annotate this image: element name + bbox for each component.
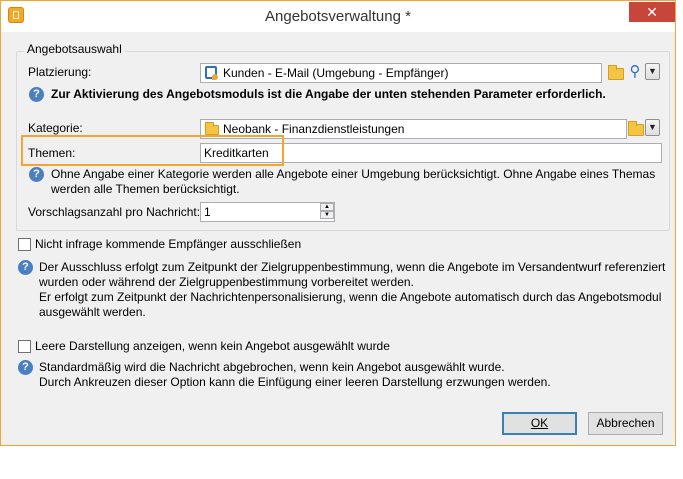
search-icon[interactable]: ⚲ bbox=[627, 63, 643, 81]
placement-label: Platzierung: bbox=[28, 65, 92, 79]
empty-note-line1: Standardmäßig wird die Nachricht abgebro… bbox=[39, 360, 505, 374]
cancel-button[interactable]: Abbrechen bbox=[588, 412, 663, 435]
activation-note: Zur Aktivierung des Angebotsmoduls ist d… bbox=[51, 87, 606, 101]
exclude-note-line4: ausgewählt werden. bbox=[39, 305, 146, 319]
info-icon: ? bbox=[29, 87, 44, 102]
themes-note-line2: werden alle Themen berücksichtigt. bbox=[51, 182, 240, 196]
placement-field[interactable]: Kunden - E-Mail (Umgebung - Empfänger) bbox=[200, 63, 602, 83]
offer-management-dialog: Angebotsverwaltung * ✕ Angebotsauswahl P… bbox=[0, 0, 676, 446]
show-empty-display-checkbox[interactable] bbox=[18, 340, 31, 353]
spin-up-button[interactable]: ▲ bbox=[320, 203, 334, 211]
placement-icon bbox=[205, 66, 218, 80]
category-folder-button-icon[interactable] bbox=[628, 121, 644, 136]
proposals-input[interactable]: 1 bbox=[200, 202, 335, 222]
cancel-button-label: Abbrechen bbox=[596, 416, 655, 430]
exclude-ineligible-checkbox[interactable] bbox=[18, 238, 31, 251]
themes-highlight bbox=[21, 135, 284, 166]
proposals-value: 1 bbox=[204, 205, 211, 219]
info-icon: ? bbox=[18, 260, 33, 275]
exclude-note-line3: Er erfolgt zum Zeitpunkt der Nachrichten… bbox=[39, 290, 662, 304]
category-label: Kategorie: bbox=[28, 121, 83, 135]
proposals-label: Vorschlagsanzahl pro Nachricht: bbox=[28, 205, 201, 219]
category-value: Neobank - Finanzdienstleistungen bbox=[223, 122, 405, 136]
ok-button[interactable]: OK bbox=[502, 412, 577, 435]
spin-down-button[interactable]: ▼ bbox=[320, 211, 334, 219]
ok-button-label: OK bbox=[530, 416, 549, 430]
placement-dropdown-button[interactable]: ▼ bbox=[645, 63, 660, 80]
offer-selection-legend: Angebotsauswahl bbox=[24, 42, 125, 56]
close-button[interactable]: ✕ bbox=[629, 2, 675, 22]
exclude-note-line2: wurden oder während der Zielgruppenbesti… bbox=[39, 275, 414, 289]
info-icon: ? bbox=[29, 167, 44, 182]
placement-folder-icon[interactable] bbox=[608, 65, 624, 80]
exclude-note-line1: Der Ausschluss erfolgt zum Zeitpunkt der… bbox=[39, 260, 666, 274]
title-bar: Angebotsverwaltung * ✕ bbox=[1, 1, 675, 32]
category-folder-icon bbox=[205, 122, 219, 135]
themes-note-line1: Ohne Angabe einer Kategorie werden alle … bbox=[51, 167, 656, 181]
show-empty-display-label[interactable]: Leere Darstellung anzeigen, wenn kein An… bbox=[35, 339, 390, 353]
info-icon: ? bbox=[18, 360, 33, 375]
placement-value: Kunden - E-Mail (Umgebung - Empfänger) bbox=[223, 66, 449, 80]
exclude-ineligible-label[interactable]: Nicht infrage kommende Empfänger ausschl… bbox=[35, 237, 301, 251]
window-title: Angebotsverwaltung * bbox=[265, 8, 411, 25]
category-dropdown-button[interactable]: ▼ bbox=[645, 119, 660, 136]
empty-note-line2: Durch Ankreuzen dieser Option kann die E… bbox=[39, 375, 551, 389]
